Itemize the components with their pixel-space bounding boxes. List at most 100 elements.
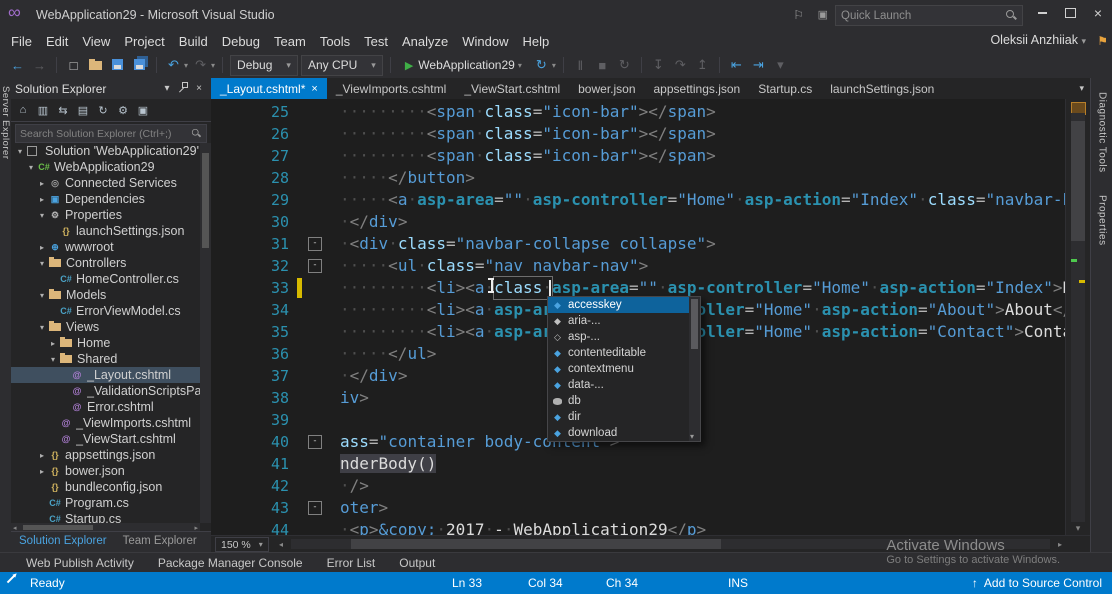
save-all-icon[interactable] — [130, 58, 149, 73]
toolbar-overflow-icon[interactable]: ▾ — [771, 57, 790, 73]
save-icon[interactable] — [108, 58, 127, 73]
refresh-icon[interactable]: ↻ — [94, 104, 112, 117]
intellisense-scrollbar[interactable]: ▾ — [689, 297, 700, 441]
tree-expanded-arrow-icon[interactable]: ▾ — [14, 147, 26, 156]
tree-item-appsettings-json[interactable]: ▸{} appsettings.json — [11, 447, 200, 463]
solution-tree-vertical-scrollbar[interactable] — [200, 143, 211, 523]
tree-item-startup-cs[interactable]: C# Startup.cs — [11, 511, 200, 523]
step-into-icon[interactable]: ↧ — [649, 57, 668, 73]
tree-collapsed-arrow-icon[interactable]: ▸ — [36, 451, 48, 460]
server-explorer-tab[interactable]: Server Explorer — [0, 86, 11, 160]
tree-item-connected-services[interactable]: ▸ ◎ Connected Services — [11, 175, 200, 191]
tree-item-viewstart-cshtml[interactable]: @ _ViewStart.cshtml — [11, 431, 200, 447]
tree-collapsed-arrow-icon[interactable]: ▸ — [36, 179, 48, 188]
chevron-down-icon[interactable]: ▾ — [552, 61, 556, 70]
collapse-all-icon[interactable]: ▥ — [34, 104, 52, 117]
tree-collapsed-arrow-icon[interactable]: ▸ — [36, 195, 48, 204]
add-to-source-control-button[interactable]: ↑ Add to Source Control — [972, 576, 1102, 590]
step-out-icon[interactable]: ↥ — [693, 57, 712, 73]
menu-build[interactable]: Build — [172, 32, 215, 51]
tree-item-validationscriptspartial-cshtml[interactable]: @ _ValidationScriptsPartial.cshtml — [11, 383, 200, 399]
document-tab-launchsettings-json[interactable]: launchSettings.json — [821, 78, 943, 99]
browser-refresh-icon[interactable]: ↻ — [532, 57, 551, 73]
tree-item-layout-cshtml[interactable]: @ _Layout.cshtml — [11, 367, 200, 383]
menu-edit[interactable]: Edit — [39, 32, 75, 51]
preview-icon[interactable]: ▣ — [134, 104, 152, 117]
fold-collapse-box[interactable]: - — [308, 259, 322, 273]
step-over-icon[interactable]: ↷ — [671, 57, 690, 73]
document-tab-appsettings-json[interactable]: appsettings.json — [645, 78, 750, 99]
close-icon[interactable]: × — [191, 83, 207, 94]
restart-icon[interactable]: ↻ — [615, 57, 634, 73]
tool-tab-team-explorer[interactable]: Team Explorer — [115, 532, 205, 552]
new-item-icon[interactable]: □ — [64, 58, 83, 73]
tree-item-errorviewmodel-cs[interactable]: C# ErrorViewModel.cs — [11, 303, 200, 319]
tree-item-webapplication29[interactable]: ▾ C# WebApplication29 — [11, 159, 200, 175]
completion-item-dir[interactable]: ◆ dir — [548, 409, 700, 425]
editor-horizontal-scrollbar[interactable] — [291, 539, 1050, 549]
completion-item-download[interactable]: ◆ download — [548, 425, 700, 441]
tree-item-viewimports-cshtml[interactable]: @ _ViewImports.cshtml — [11, 415, 200, 431]
tool-strip-tab-properties[interactable]: Properties — [1097, 195, 1108, 246]
notification-flag-icon[interactable]: ⚑ — [1097, 34, 1108, 48]
panel-tab-error-list[interactable]: Error List — [327, 556, 376, 570]
tool-tab-solution-explorer[interactable]: Solution Explorer — [11, 532, 115, 552]
completion-item-db[interactable]: db — [548, 393, 700, 409]
quick-launch-input[interactable]: Quick Launch — [835, 5, 1023, 26]
document-tab-layout-cshtml[interactable]: _Layout.cshtml* × — [211, 78, 327, 99]
completion-item-contextmenu[interactable]: ◆ contextmenu — [548, 361, 700, 377]
fold-collapse-box[interactable]: - — [308, 435, 322, 449]
menu-test[interactable]: Test — [357, 32, 395, 51]
close-tab-icon[interactable]: × — [311, 83, 317, 95]
tree-item-bundleconfig-json[interactable]: {} bundleconfig.json — [11, 479, 200, 495]
signed-in-user[interactable]: Oleksii Anzhiiak ▾ — [990, 33, 1086, 47]
solution-explorer-search-input[interactable]: Search Solution Explorer (Ctrl+;) — [15, 124, 207, 143]
tree-expanded-arrow-icon[interactable]: ▾ — [36, 291, 48, 300]
pin-icon[interactable] — [175, 81, 191, 96]
zoom-level-dropdown[interactable]: 150 % ▾ — [215, 537, 269, 552]
tree-collapsed-arrow-icon[interactable]: ▸ — [47, 339, 59, 348]
scroll-left-icon[interactable]: ◂ — [279, 540, 283, 549]
stop-icon[interactable]: ■ — [593, 58, 612, 73]
menu-tools[interactable]: Tools — [313, 32, 357, 51]
properties-icon[interactable]: ⚙ — [114, 104, 132, 117]
tree-collapsed-arrow-icon[interactable]: ▸ — [36, 467, 48, 476]
scroll-down-icon[interactable]: ▾ — [690, 432, 694, 441]
tree-item-models[interactable]: ▾ Models — [11, 287, 200, 303]
tree-item-wwwroot[interactable]: ▸ ⊕ wwwroot — [11, 239, 200, 255]
solution-explorer-header[interactable]: Solution Explorer ▾ × — [11, 78, 211, 99]
tree-item-error-cshtml[interactable]: @ Error.cshtml — [11, 399, 200, 415]
tree-expanded-arrow-icon[interactable]: ▾ — [36, 323, 48, 332]
increase-indent-icon[interactable]: ⇥ — [749, 57, 768, 73]
document-tab-startup-cs[interactable]: Startup.cs — [749, 78, 821, 99]
menu-view[interactable]: View — [75, 32, 117, 51]
completion-item-contenteditable[interactable]: ◆ contenteditable — [548, 345, 700, 361]
completion-item-aria[interactable]: ◆ aria-... — [548, 313, 700, 329]
decrease-indent-icon[interactable]: ⇤ — [727, 57, 746, 73]
fold-collapse-box[interactable]: - — [308, 237, 322, 251]
scrollbar-thumb[interactable] — [1071, 121, 1085, 241]
run-button[interactable]: ▶ WebApplication29 ▾ — [398, 55, 529, 75]
menu-team[interactable]: Team — [267, 32, 313, 51]
tree-item-controllers[interactable]: ▾ Controllers — [11, 255, 200, 271]
menu-file[interactable]: File — [4, 32, 39, 51]
editor-vertical-scrollbar[interactable]: ▴ ▾ — [1065, 99, 1090, 536]
nav-back-icon[interactable]: ← — [8, 58, 27, 73]
document-tab-viewimports-cshtml[interactable]: _ViewImports.cshtml — [327, 78, 455, 99]
tree-item-views[interactable]: ▾ Views — [11, 319, 200, 335]
document-tab-viewstart-cshtml[interactable]: _ViewStart.cshtml — [455, 78, 569, 99]
maximize-button[interactable] — [1056, 0, 1084, 26]
tree-item-solution-webapplication29-1[interactable]: ▾ Solution 'WebApplication29' (1 — [11, 143, 200, 159]
tree-item-home[interactable]: ▸ Home — [11, 335, 200, 351]
tree-expanded-arrow-icon[interactable]: ▾ — [47, 355, 59, 364]
fold-collapse-box[interactable]: - — [308, 501, 322, 515]
completion-item-asp[interactable]: ◇ asp-... — [548, 329, 700, 345]
active-files-dropdown-icon[interactable]: ▾ — [1079, 83, 1084, 94]
nav-forward-icon[interactable]: → — [30, 58, 49, 73]
tree-item-homecontroller-cs[interactable]: C# HomeController.cs — [11, 271, 200, 287]
menu-project[interactable]: Project — [117, 32, 171, 51]
pause-icon[interactable]: ‖ — [571, 58, 590, 73]
tree-expanded-arrow-icon[interactable]: ▾ — [25, 163, 37, 172]
menu-window[interactable]: Window — [455, 32, 515, 51]
tree-expanded-arrow-icon[interactable]: ▾ — [36, 259, 48, 268]
